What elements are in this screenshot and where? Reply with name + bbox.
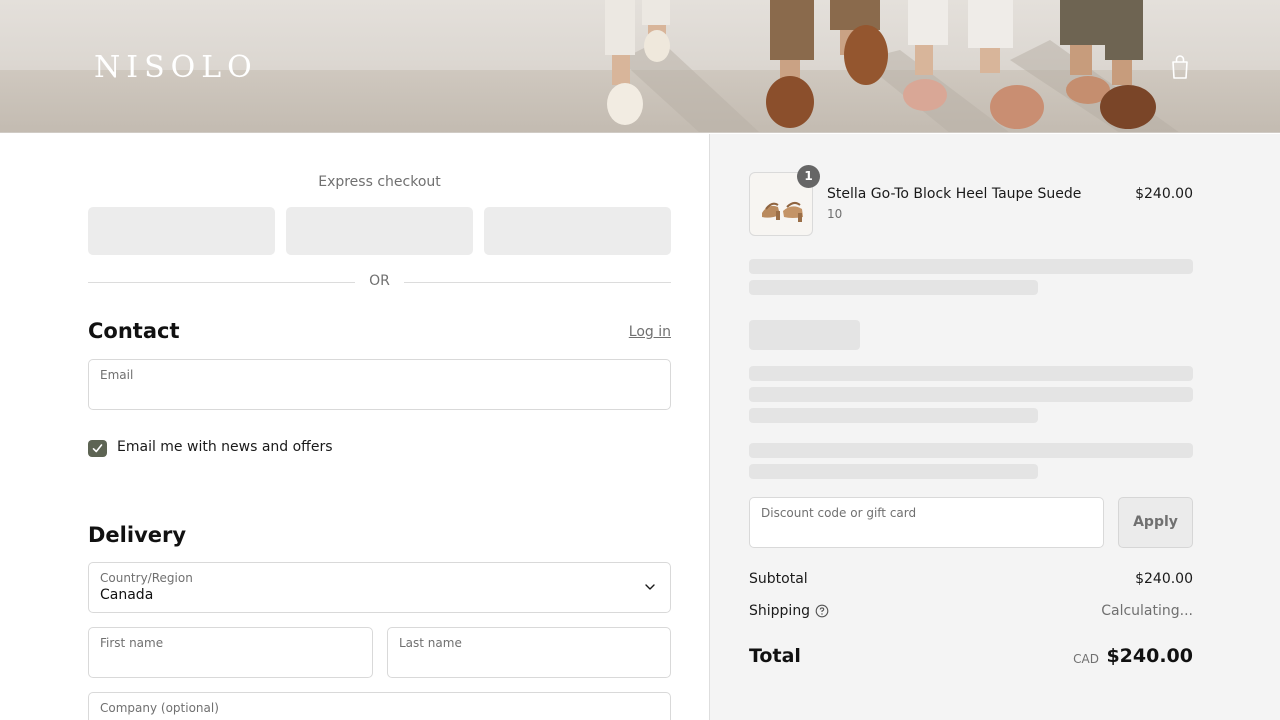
product-price: $240.00 (1135, 186, 1193, 202)
skeleton-line (749, 464, 1038, 479)
login-link[interactable]: Log in (600, 324, 671, 340)
company-field-label: Company (optional) (100, 701, 219, 715)
shipping-label: Shipping (749, 603, 811, 619)
or-divider-label: OR (369, 273, 390, 289)
first-name-label: First name (100, 636, 164, 650)
discount-code-placeholder: Discount code or gift card (761, 506, 917, 520)
chevron-down-icon (645, 584, 655, 590)
contact-heading: Contact (88, 319, 180, 343)
company-field[interactable]: Company (optional) (88, 692, 671, 720)
newsletter-label[interactable]: Email me with news and offers (117, 439, 333, 455)
checkmark-icon (92, 444, 103, 453)
brand-logo[interactable]: NISOLO (94, 50, 258, 85)
subtotal-label: Subtotal (749, 571, 808, 587)
shipping-value: Calculating... (1101, 603, 1193, 619)
product-variant: 10 (827, 207, 843, 221)
header-banner: NISOLO (0, 0, 1280, 133)
skeleton-line (749, 443, 1193, 458)
discount-code-input[interactable]: Discount code or gift card (749, 497, 1104, 548)
shopping-bag-icon[interactable] (1168, 54, 1192, 80)
skeleton-block (749, 320, 860, 350)
email-field[interactable]: Email (88, 359, 671, 410)
express-pay-button-3[interactable] (484, 207, 671, 255)
total-label: Total (749, 645, 801, 667)
express-checkout-title: Express checkout (318, 174, 441, 190)
newsletter-checkbox[interactable] (88, 440, 107, 457)
skeleton-line (749, 408, 1038, 423)
country-select[interactable]: Country/Region Canada (88, 562, 671, 613)
country-select-label: Country/Region (100, 571, 193, 585)
last-name-field[interactable]: Last name (387, 627, 671, 678)
country-select-value: Canada (100, 587, 154, 603)
delivery-heading: Delivery (88, 523, 187, 547)
subtotal-value: $240.00 (1135, 571, 1193, 587)
quantity-badge: 1 (797, 165, 820, 188)
skeleton-line (749, 387, 1193, 402)
last-name-label: Last name (399, 636, 462, 650)
first-name-field[interactable]: First name (88, 627, 373, 678)
or-divider: OR (88, 273, 671, 291)
express-pay-button-2[interactable] (286, 207, 473, 255)
skeleton-line (749, 259, 1193, 274)
checkout-form: Express checkout OR Contact Log in Email… (0, 134, 709, 720)
product-name: Stella Go-To Block Heel Taupe Suede (827, 186, 1082, 202)
total-currency: CAD (1073, 652, 1099, 666)
express-pay-button-1[interactable] (88, 207, 275, 255)
apply-discount-button[interactable]: Apply (1118, 497, 1193, 548)
help-icon[interactable] (815, 604, 829, 618)
total-value: $240.00 (1106, 645, 1193, 667)
skeleton-line (749, 366, 1193, 381)
skeleton-line (749, 280, 1038, 295)
email-field-label: Email (100, 368, 134, 382)
order-summary: 1 Stella Go-To Block Heel Taupe Suede 10… (709, 134, 1280, 720)
